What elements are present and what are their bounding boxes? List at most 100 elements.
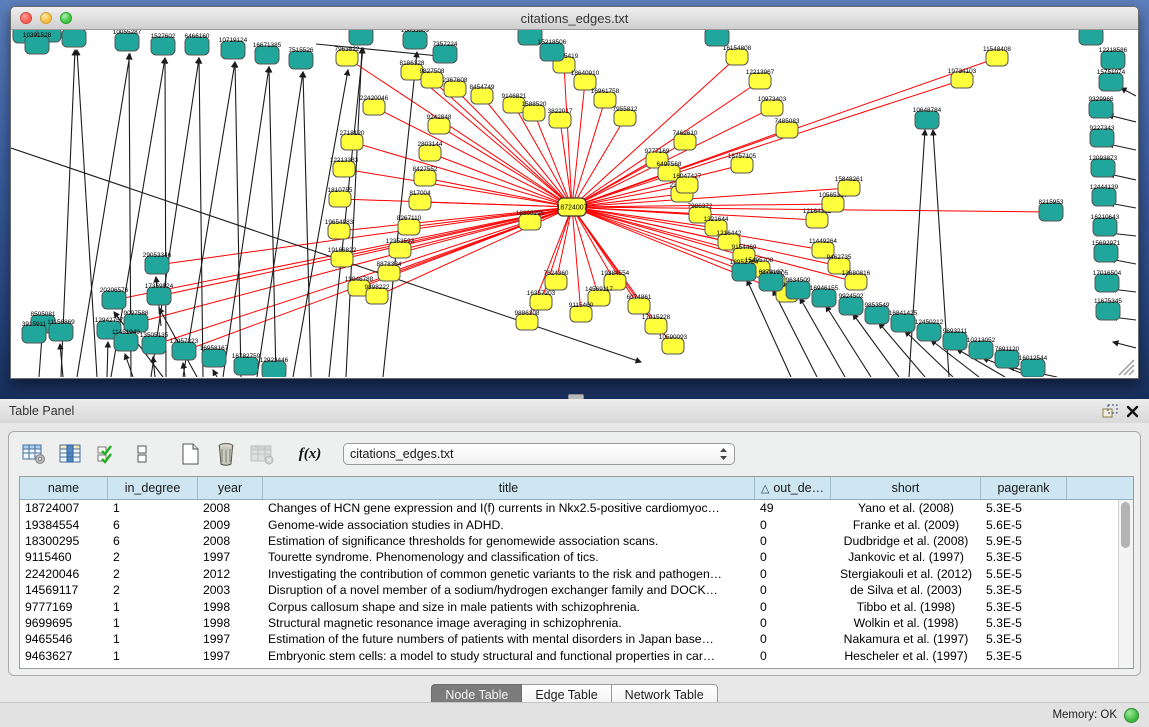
graph-node[interactable]: 12444139	[1090, 184, 1119, 206]
table-row[interactable]: 1830029562008Estimation of significance …	[20, 533, 1133, 549]
delete-table-icon[interactable]	[211, 440, 241, 468]
graph-node[interactable]: 8454749	[470, 84, 495, 104]
node-table[interactable]: namein_degreeyeartitle△out_de…shortpager…	[19, 476, 1134, 669]
citation-edge-red[interactable]	[564, 65, 572, 207]
graph-node[interactable]: 12093873	[1089, 155, 1118, 177]
table-settings-icon[interactable]	[19, 440, 49, 468]
table-row[interactable]: 946554611997Estimation of the future num…	[20, 631, 1133, 647]
graph-node[interactable]: 15848261	[835, 176, 864, 196]
column-header-year[interactable]: year	[198, 477, 263, 499]
table-row[interactable]: 1456911722003Disruption of a novel membe…	[20, 582, 1133, 598]
network-canvas[interactable]: 2718120122133831810755196549831916682219…	[11, 30, 1138, 378]
graph-node[interactable]: 20891406	[60, 30, 89, 47]
citation-edge-red[interactable]	[344, 169, 572, 207]
select-columns-icon[interactable]	[55, 440, 85, 468]
graph-node[interactable]: 7955812	[613, 106, 638, 126]
graph-node[interactable]: 17015228	[642, 314, 671, 334]
citation-edge-black[interactable]	[107, 342, 108, 377]
graph-node[interactable]: 17957223	[170, 338, 199, 360]
graph-node[interactable]: 16782759	[232, 353, 261, 375]
graph-node[interactable]: 9898222	[365, 284, 390, 304]
citation-edge-black[interactable]	[269, 67, 276, 377]
graph-node[interactable]: 9924502	[839, 293, 864, 315]
graph-node[interactable]: 7963822	[335, 46, 360, 66]
table-row[interactable]: 969969511998Structural magnetic resonanc…	[20, 615, 1133, 631]
network-window[interactable]: citations_edges.txt 27181201221338318107…	[10, 6, 1139, 379]
citation-edge-black[interactable]	[1121, 88, 1136, 96]
graph-node[interactable]: 9827508	[420, 68, 445, 88]
graph-node[interactable]: 17359924	[145, 283, 174, 305]
graph-node[interactable]: 10213052	[967, 337, 996, 359]
graph-node[interactable]: 1527602	[151, 33, 176, 55]
graph-node[interactable]: 9886308	[515, 310, 540, 330]
graph-node[interactable]: 16946155	[810, 285, 839, 307]
column-header-in_degree[interactable]: in_degree	[108, 477, 198, 499]
graph-node[interactable]: 12450212	[915, 319, 944, 341]
citation-edge-black[interactable]	[125, 354, 133, 377]
graph-node[interactable]: 7357224	[433, 41, 458, 63]
graph-node[interactable]: 8427552	[413, 166, 438, 186]
graph-node[interactable]: 6466160	[185, 33, 210, 55]
graph-node[interactable]: 12353593	[386, 238, 415, 258]
graph-node[interactable]: 7462610	[673, 130, 698, 150]
citation-edge-red[interactable]	[184, 207, 572, 351]
citation-edge-black[interactable]	[773, 290, 817, 377]
citation-edge-black[interactable]	[800, 298, 845, 377]
table-body[interactable]: 1872400712008Changes of HCN gene express…	[20, 500, 1133, 668]
graph-node[interactable]: 18640910	[571, 70, 600, 90]
graph-node[interactable]: 7624360	[544, 270, 569, 290]
graph-node[interactable]: 12213383	[330, 157, 359, 177]
graph-node[interactable]: 3822017	[548, 108, 573, 128]
graph-node[interactable]: 1588520	[522, 101, 547, 121]
graph-node[interactable]: 29053346	[143, 252, 172, 274]
graph-node[interactable]: 12218586	[1099, 47, 1128, 69]
graph-node[interactable]: 9634509	[786, 277, 811, 299]
graph-node[interactable]: 1810755	[328, 187, 353, 207]
citation-edge-black[interactable]	[257, 72, 303, 377]
row-height-icon[interactable]	[127, 440, 157, 468]
table-row[interactable]: 2242004622012Investigating the contribut…	[20, 566, 1133, 582]
graph-node[interactable]: 7515526	[289, 47, 314, 69]
graph-node[interactable]: 9242848	[427, 114, 452, 134]
citation-edge-red[interactable]	[439, 126, 572, 207]
citation-edge-black[interactable]	[151, 58, 199, 377]
close-panel-icon[interactable]	[1121, 402, 1143, 420]
graph-node[interactable]: 18757105	[728, 153, 757, 173]
table-header-row[interactable]: namein_degreeyeartitle△out_de…shortpager…	[20, 477, 1133, 500]
table-row[interactable]: 911546021997Tourette syndrome. Phenomeno…	[20, 549, 1133, 565]
graph-node[interactable]: 19166822	[328, 247, 357, 267]
graph-node[interactable]: 16047427	[673, 173, 702, 193]
vertical-scrollbar[interactable]	[1118, 500, 1133, 668]
graph-node[interactable]: 19654983	[325, 219, 354, 239]
graph-node[interactable]: 11156869	[47, 319, 75, 341]
citation-edge-black[interactable]	[235, 62, 241, 377]
graph-node[interactable]: 15751074	[1097, 69, 1126, 91]
close-window-icon[interactable]	[20, 12, 32, 24]
graph-node[interactable]: 18952784	[730, 259, 759, 281]
graph-node[interactable]: 8267110	[397, 215, 422, 235]
graph-node[interactable]: 16210643	[1091, 214, 1120, 236]
graph-node[interactable]: 9893211	[943, 328, 968, 350]
graph-node[interactable]: 10719124	[219, 37, 248, 59]
citation-edge-black[interactable]	[165, 58, 166, 377]
minimize-window-icon[interactable]	[40, 12, 52, 24]
graph-node[interactable]: 16053809	[401, 30, 430, 49]
graph-node[interactable]: 10391528	[23, 32, 52, 54]
graph-node[interactable]: 16671385	[253, 42, 282, 64]
window-titlebar[interactable]: citations_edges.txt	[11, 7, 1138, 30]
citation-edge-black[interactable]	[213, 370, 217, 377]
graph-node[interactable]: 6074861	[627, 294, 652, 314]
column-check-icon[interactable]	[91, 440, 121, 468]
float-panel-icon[interactable]	[1099, 402, 1121, 420]
new-table-icon[interactable]	[175, 440, 205, 468]
graph-node[interactable]: 19734103	[948, 68, 977, 88]
graph-node[interactable]: 5931804	[1079, 30, 1104, 45]
graph-node[interactable]: 9853549	[865, 302, 890, 324]
graph-node[interactable]: 6879197	[759, 269, 784, 291]
graph-node[interactable]: 16357203	[527, 290, 556, 310]
graph-node[interactable]: 20206576	[100, 287, 129, 309]
graph-node[interactable]: 13680816	[842, 270, 871, 290]
column-header-pagerank[interactable]: pagerank	[981, 477, 1067, 499]
graph-node[interactable]: 12213967	[746, 69, 775, 89]
graph-node[interactable]: 7691120	[995, 346, 1020, 368]
